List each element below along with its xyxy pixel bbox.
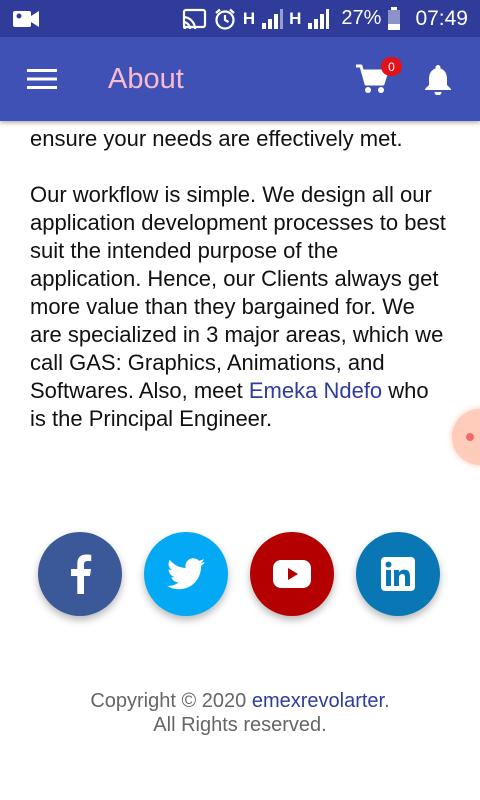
status-left — [12, 8, 40, 30]
menu-button[interactable] — [24, 61, 60, 97]
cast-icon — [181, 8, 207, 30]
youtube-button[interactable] — [250, 532, 334, 616]
handle-dot — [466, 433, 474, 441]
clock-time: 07:49 — [415, 6, 468, 30]
copyright-line: Copyright © 2020 emexrevolarter. — [0, 689, 480, 713]
linkedin-button[interactable] — [356, 532, 440, 616]
notifications-button[interactable] — [420, 61, 456, 97]
cart-button[interactable]: 0 — [354, 57, 402, 97]
facebook-icon — [71, 554, 92, 594]
copyright-period: . — [384, 690, 390, 712]
battery-icon — [387, 6, 401, 31]
twitter-icon — [167, 558, 205, 590]
signal-icon — [261, 8, 284, 29]
alarm-icon — [213, 7, 237, 31]
copyright-text: Copyright © 2020 — [90, 690, 252, 712]
cart-count-badge: 0 — [381, 57, 402, 76]
app-bar-actions: 0 — [354, 57, 456, 97]
footer: Copyright © 2020 emexrevolarter. All Rig… — [0, 689, 480, 737]
linkedin-icon — [381, 557, 415, 591]
brand-link[interactable]: emexrevolarter — [252, 690, 384, 712]
workflow-paragraph: Our workflow is simple. We design all ou… — [30, 181, 450, 433]
video-camera-icon — [12, 8, 40, 30]
rights-reserved-text: All Rights reserved. — [153, 714, 327, 736]
workflow-text: Our workflow is simple. We design all ou… — [30, 182, 446, 403]
facebook-button[interactable] — [38, 532, 122, 616]
signal-icon-2 — [307, 8, 330, 29]
twitter-button[interactable] — [144, 532, 228, 616]
network-type-label: H — [242, 8, 256, 28]
page-title: About — [108, 62, 184, 95]
hamburger-menu-icon — [27, 69, 57, 89]
intro-paragraph-tail: ensure your needs are effectively met. — [30, 126, 403, 151]
status-bar: H H 27% 07:49 — [0, 0, 480, 37]
youtube-icon — [273, 560, 311, 588]
battery-percent: 27% — [341, 7, 382, 29]
network-type-label-2: H — [289, 8, 302, 28]
status-right: H H 27% 07:49 — [181, 6, 468, 31]
social-links — [38, 532, 442, 618]
bell-icon — [425, 65, 451, 95]
engineer-name-link[interactable]: Emeka Ndefo — [249, 378, 382, 403]
floating-assistive-handle[interactable] — [452, 409, 480, 465]
about-content: ensure your needs are effectively met. O… — [0, 121, 480, 800]
app-bar: About 0 — [0, 37, 480, 121]
